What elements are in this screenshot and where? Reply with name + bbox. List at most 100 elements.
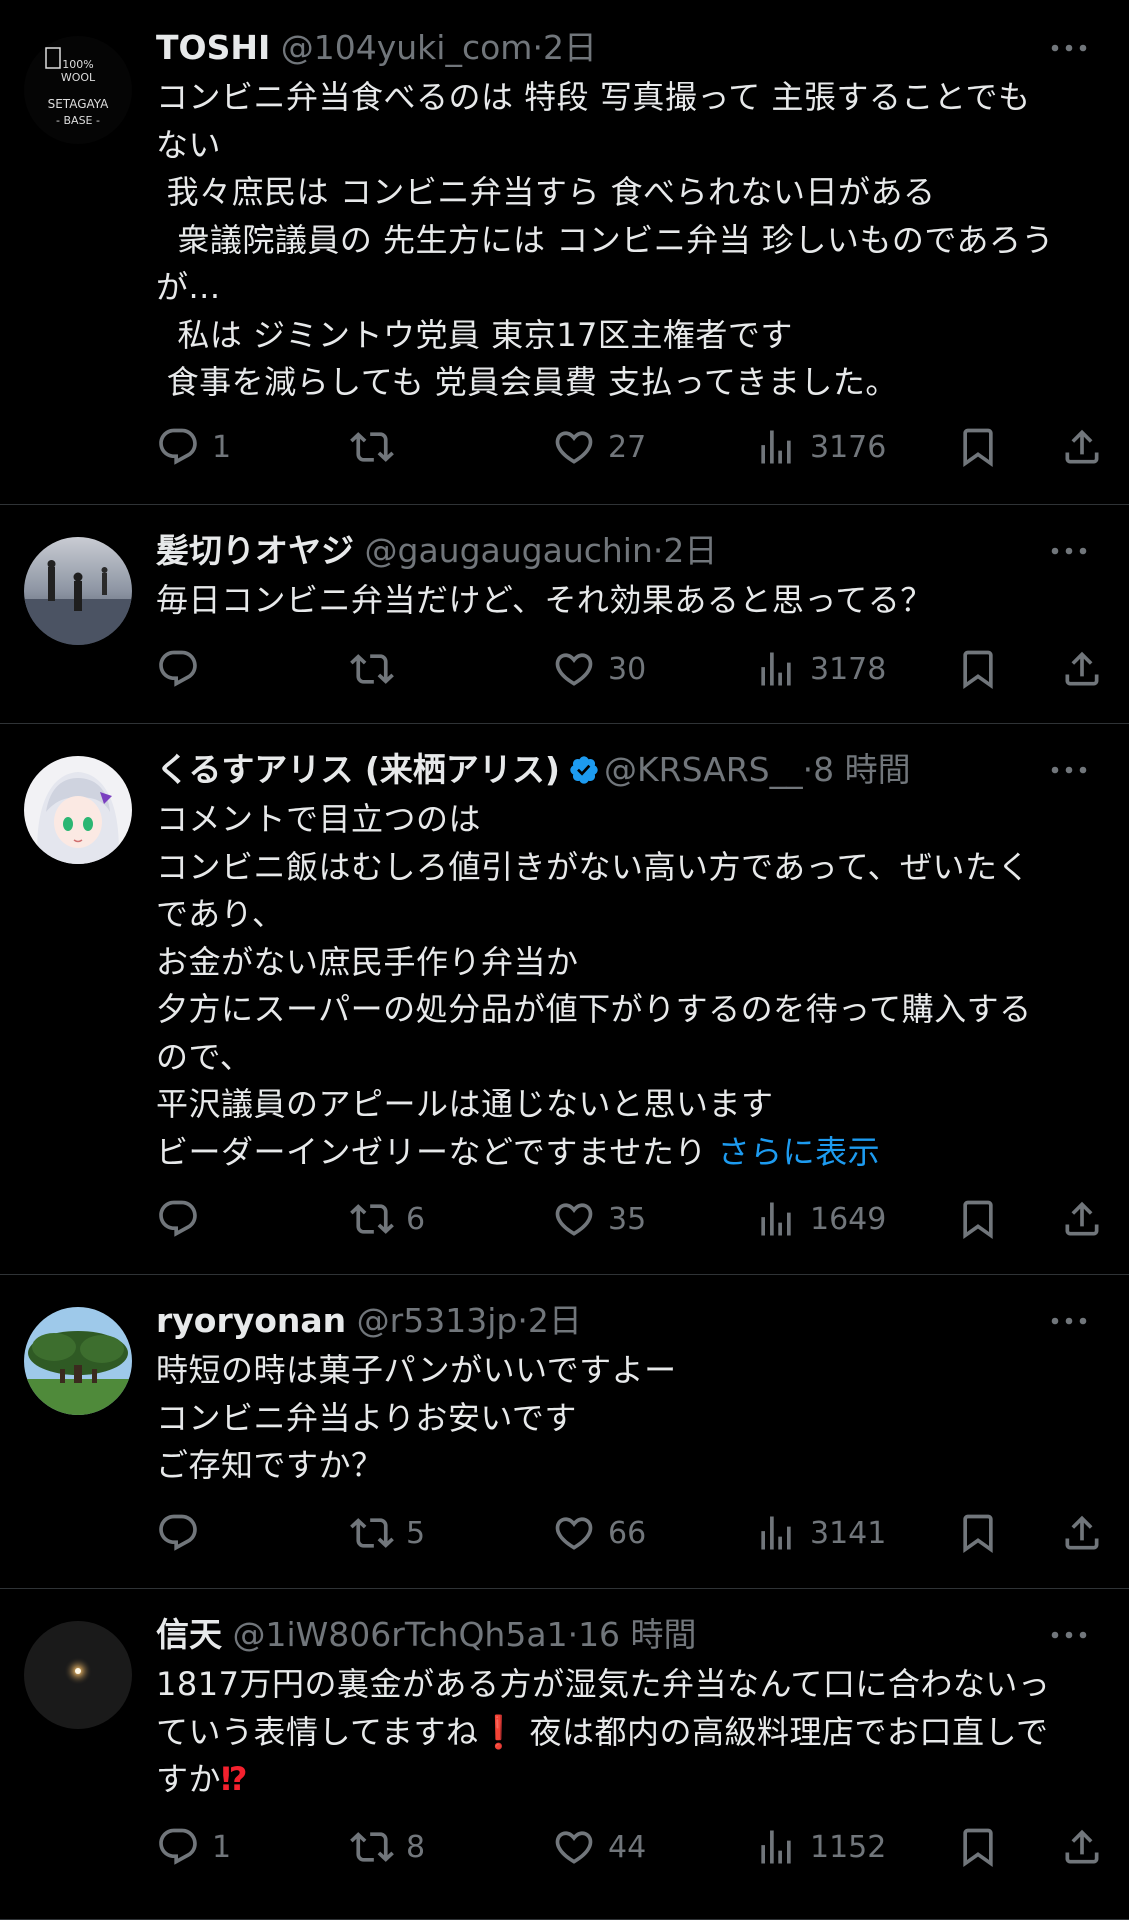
tweet[interactable]: 100% WOOL SETAGAYA - BASE - TOSHI @104yu… (0, 0, 1129, 505)
views-button[interactable]: 3141 (754, 1507, 886, 1559)
user-handle[interactable]: @1iW806rTchQh5a1 (233, 1615, 568, 1654)
like-button[interactable]: 44 (552, 1821, 646, 1873)
reply-button[interactable]: 1 (156, 1821, 231, 1873)
tweet-text-line: ので、 (156, 1037, 253, 1076)
reply-button[interactable] (156, 1193, 212, 1245)
bookmark-icon (963, 428, 993, 468)
retweet-button[interactable]: 8 (350, 1821, 425, 1873)
user-handle[interactable]: @104yuki_com (281, 28, 533, 67)
tweet-text: コンビニ弁当食べるのは 特段 写真撮って 主張することでも ない 我々庶民は コン… (156, 74, 1107, 407)
views-button[interactable]: 3176 (754, 421, 886, 473)
tweet-text-line: が... (156, 268, 221, 306)
share-button[interactable] (1060, 643, 1104, 695)
share-button[interactable] (1060, 1821, 1104, 1873)
timestamp[interactable]: 2日 (543, 28, 597, 67)
retweet-button[interactable]: 5 (350, 1507, 425, 1559)
tweet-text: 1817万円の裏金がある方が湿気た弁当なんて口に合わないっ ていう表情してますね❗… (156, 1661, 1107, 1804)
avatar[interactable] (24, 1621, 132, 1729)
display-name[interactable]: TOSHI (156, 28, 270, 67)
more-options-button[interactable] (1049, 1613, 1099, 1657)
tweet-text-line: 私は ジミントウ党員 東京17区主権者です (156, 315, 793, 354)
view-count: 3141 (810, 1515, 887, 1551)
like-button[interactable]: 30 (552, 643, 646, 695)
tweet-text-line: コンビニ飯はむしろ値引きがない高い方であって、ぜいたく (156, 847, 1030, 886)
user-handle[interactable]: @gaugaugauchin (365, 531, 653, 570)
display-name[interactable]: くるすアリス (来栖アリス) (156, 750, 560, 789)
reply-feed: 100% WOOL SETAGAYA - BASE - TOSHI @104yu… (0, 0, 1129, 1920)
views-button[interactable]: 1152 (754, 1821, 886, 1873)
tweet-text-fragment: ていう表情してますね (156, 1712, 479, 1751)
share-icon (1065, 1201, 1099, 1236)
more-options-button[interactable] (1049, 1299, 1099, 1343)
retweet-button[interactable] (350, 643, 406, 695)
retweet-count: 8 (406, 1829, 426, 1865)
reply-icon (159, 1514, 197, 1551)
avatar[interactable] (24, 537, 132, 645)
tweet-text: 時短の時は菓子パンがいいですよー コンビニ弁当よりお安いです ご存知ですか？ (156, 1347, 1107, 1490)
reply-icon (159, 1200, 197, 1237)
display-name[interactable]: ryoryonan (156, 1301, 346, 1340)
avatar[interactable]: 100% WOOL SETAGAYA - BASE - (24, 36, 132, 144)
bookmark-button[interactable] (956, 1507, 1000, 1559)
retweet-button[interactable] (350, 421, 406, 473)
retweet-icon (350, 432, 394, 462)
bookmark-button[interactable] (956, 1193, 1000, 1245)
bookmark-icon (963, 650, 993, 690)
share-button[interactable] (1060, 1193, 1104, 1245)
heart-icon (555, 1203, 593, 1236)
more-options-button[interactable] (1049, 26, 1099, 70)
like-count: 44 (608, 1829, 647, 1865)
user-handle[interactable]: @r5313jp (357, 1301, 518, 1340)
timestamp[interactable]: 8 時間 (813, 750, 911, 789)
retweet-count: 5 (406, 1515, 426, 1551)
avatar[interactable] (24, 1307, 132, 1415)
show-more-link[interactable]: さらに表示 (718, 1133, 881, 1171)
display-name[interactable]: 髪切りオヤジ (156, 531, 354, 570)
bookmark-button[interactable] (956, 643, 1000, 695)
separator-dot: · (517, 1301, 528, 1340)
like-button[interactable]: 66 (552, 1507, 646, 1559)
more-icon (1051, 766, 1087, 774)
separator-dot: · (652, 531, 664, 570)
share-button[interactable] (1060, 1507, 1104, 1559)
tweet-header: TOSHI @104yuki_com·2日 (156, 26, 1107, 70)
user-handle[interactable]: @KRSARS__ (604, 750, 803, 789)
reply-button[interactable]: 1 (156, 421, 231, 473)
tweet-text-line: 時短の時は菓子パンがいいですよー (156, 1351, 677, 1389)
heart-icon (555, 1517, 593, 1550)
avatar[interactable] (24, 756, 132, 864)
tweet-text-line: であり、 (156, 895, 285, 933)
bookmark-button[interactable] (956, 421, 1000, 473)
tweet-actions: 5 66 3141 (156, 1507, 1107, 1559)
share-button[interactable] (1060, 421, 1104, 473)
timestamp[interactable]: 16 時間 (578, 1615, 696, 1654)
display-name[interactable]: 信天 (156, 1615, 222, 1654)
like-count: 35 (608, 1201, 647, 1237)
tweet[interactable]: 髪切りオヤジ @gaugaugauchin·2日 毎日コンビニ弁当だけど、それ効… (0, 505, 1129, 724)
retweet-button[interactable]: 6 (350, 1193, 425, 1245)
tweet-text-line: すか⁉ (156, 1756, 1107, 1804)
heart-icon (555, 1831, 593, 1864)
share-icon (1065, 1829, 1099, 1864)
tweet[interactable]: 信天 @1iW806rTchQh5a1·16 時間 1817万円の裏金がある方が… (0, 1589, 1129, 1920)
tweet-text-line: コメントで目立つのは (156, 800, 482, 838)
reply-button[interactable] (156, 643, 212, 695)
views-button[interactable]: 3178 (754, 643, 886, 695)
tweet-text-line: 1817万円の裏金がある方が湿気た弁当なんて口に合わないっ (156, 1665, 1051, 1703)
more-icon (1051, 1317, 1087, 1325)
tweet[interactable]: くるすアリス (来栖アリス) @KRSARS__·8 時間 コメントで目立つのはコ… (0, 724, 1129, 1275)
like-button[interactable]: 27 (552, 421, 646, 473)
more-options-button[interactable] (1049, 529, 1099, 573)
views-button[interactable]: 1649 (754, 1193, 886, 1245)
share-icon (1065, 429, 1099, 464)
reply-button[interactable] (156, 1507, 212, 1559)
tweet[interactable]: ryoryonan @r5313jp·2日 時短の時は菓子パンがいいですよー コン… (0, 1275, 1129, 1589)
bookmark-button[interactable] (956, 1821, 1000, 1873)
timestamp[interactable]: 2日 (663, 531, 717, 570)
timestamp[interactable]: 2日 (528, 1301, 582, 1340)
tweet-text-line: コンビニ弁当食べるのは 特段 写真撮って 主張することでも (156, 78, 1031, 116)
more-icon (1051, 547, 1087, 555)
like-button[interactable]: 35 (552, 1193, 646, 1245)
tweet-text-line: 衆議院議員の 先生方には コンビニ弁当 珍しいものであろう (156, 220, 1055, 259)
more-options-button[interactable] (1049, 748, 1099, 792)
